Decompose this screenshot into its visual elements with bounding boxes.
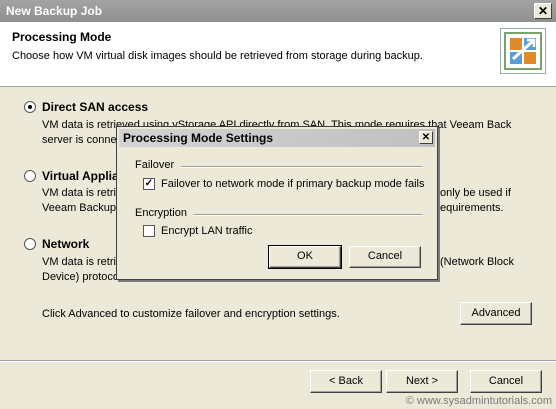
dialog-title: Processing Mode Settings bbox=[123, 131, 274, 145]
window-titlebar[interactable]: New Backup Job ✕ bbox=[0, 0, 556, 22]
radio-virtual-appliance[interactable] bbox=[24, 170, 36, 182]
encrypt-lan-checkbox[interactable] bbox=[143, 225, 155, 237]
option-network-desc-1: VM data is retrieved over the network (N… bbox=[42, 256, 118, 268]
dialog-titlebar[interactable]: Processing Mode Settings ✕ bbox=[119, 129, 435, 147]
window-close-button[interactable]: ✕ bbox=[534, 3, 552, 19]
processing-mode-settings-dialog: Processing Mode Settings ✕ Failover ✓ Fa… bbox=[116, 126, 438, 280]
encrypt-lan-label[interactable]: Encrypt LAN traffic bbox=[161, 224, 253, 239]
new-backup-job-window: New Backup Job ✕ Processing Mode Choose … bbox=[0, 0, 556, 409]
advanced-hint-text: Click Advanced to customize failover and… bbox=[42, 308, 340, 320]
dialog-close-button[interactable]: ✕ bbox=[419, 131, 433, 144]
failover-group-line bbox=[181, 166, 423, 168]
failover-checkbox[interactable]: ✓ bbox=[143, 178, 155, 190]
option-virtual-appliance-desc-1: VM data is retrieved using vStorage API.… bbox=[42, 187, 118, 199]
encryption-group-label: Encryption bbox=[135, 207, 187, 219]
advanced-button[interactable]: Advanced bbox=[460, 302, 532, 325]
veeam-logo-icon bbox=[500, 28, 546, 74]
option-direct-san-label[interactable]: Direct SAN access bbox=[42, 100, 148, 114]
dialog-ok-button[interactable]: OK bbox=[268, 245, 342, 269]
back-button[interactable]: < Back bbox=[310, 370, 382, 393]
radio-direct-san[interactable] bbox=[24, 101, 36, 113]
failover-option-label[interactable]: Failover to network mode if primary back… bbox=[161, 177, 425, 192]
option-network-desc-1-tail: (Network Block bbox=[440, 256, 514, 268]
option-virtual-appliance-desc-2-tail: equirements. bbox=[440, 202, 504, 214]
footer-separator bbox=[0, 360, 556, 362]
radio-network[interactable] bbox=[24, 238, 36, 250]
page-description: Choose how VM virtual disk images should… bbox=[12, 50, 423, 62]
encryption-group-line bbox=[193, 214, 423, 216]
option-virtual-appliance-desc-2: Veeam Backup is installed in a VM and me… bbox=[42, 202, 118, 214]
cancel-button[interactable]: Cancel bbox=[470, 370, 542, 393]
option-network-label[interactable]: Network bbox=[42, 237, 89, 251]
next-button[interactable]: Next > bbox=[386, 370, 458, 393]
page-title: Processing Mode bbox=[12, 30, 112, 44]
window-title: New Backup Job bbox=[6, 4, 103, 18]
option-virtual-appliance-desc-1-tail: only be used if bbox=[440, 187, 511, 199]
dialog-cancel-button[interactable]: Cancel bbox=[349, 246, 421, 268]
watermark: © www.sysadmintutorials.com bbox=[405, 395, 552, 407]
failover-group-label: Failover bbox=[135, 159, 175, 171]
wizard-header: Processing Mode Choose how VM virtual di… bbox=[0, 22, 556, 87]
